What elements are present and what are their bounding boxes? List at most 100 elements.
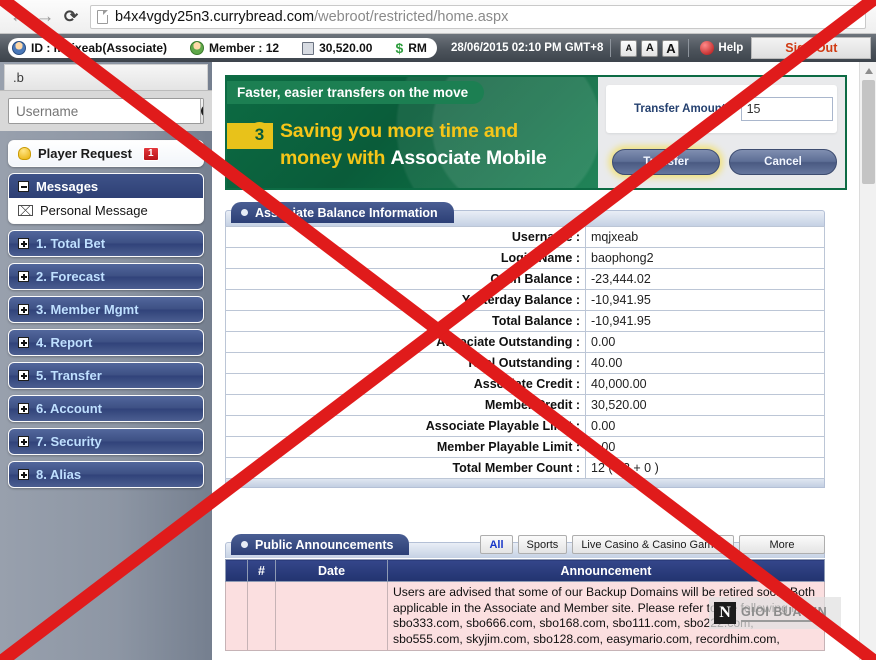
player-request-badge: 1 <box>142 146 159 161</box>
plus-box-icon <box>18 304 29 315</box>
main-content: Faster, easier transfers on the move 3 S… <box>212 62 876 660</box>
font-size-small-button[interactable]: A <box>620 39 638 57</box>
row-value: 0.00 <box>585 331 825 353</box>
reload-icon[interactable]: ⟳ <box>58 4 84 30</box>
row-label: Yesterday Balance : <box>225 289 586 311</box>
sidebar-item-total-bet[interactable]: 1. Total Bet <box>8 230 204 257</box>
transfer-amount-card: Transfer Amount : <box>606 85 837 133</box>
sidebar-item-player-request[interactable]: Player Request 1 <box>8 140 204 167</box>
row-label: Total Balance : <box>225 310 586 332</box>
row-value: 30,520.00 <box>585 394 825 416</box>
table-row: Cash Balance : -23,444.02 <box>225 268 825 290</box>
banner-artwork: Faster, easier transfers on the move 3 S… <box>227 77 598 188</box>
sidebar-item-account[interactable]: 6. Account <box>8 395 204 422</box>
magnifier-icon <box>201 105 203 117</box>
search-row <box>8 98 204 124</box>
brand-box: .b <box>4 64 208 90</box>
scroll-up-button[interactable] <box>860 62 876 79</box>
sidebar-group-messages: Messages Personal Message <box>8 173 204 224</box>
column-header-number: # <box>247 559 276 582</box>
calculator-icon <box>302 41 315 55</box>
balance-panel: Associate Balance Information Username :… <box>225 202 825 488</box>
back-arrow-icon[interactable]: ← <box>6 4 32 30</box>
sidebar-item-label: 5. Transfer <box>36 368 102 383</box>
associate-id-label: ID : mqjxeab(Associate) <box>31 41 168 55</box>
transfer-button[interactable]: Transfer <box>612 149 720 175</box>
column-header-blank <box>225 559 248 582</box>
search-button[interactable] <box>200 99 203 123</box>
banner-line2-prefix: money with <box>280 147 391 169</box>
balance-panel-header: Associate Balance Information <box>225 202 825 226</box>
sidebar-item-label: 8. Alias <box>36 467 82 482</box>
sidebar-item-report[interactable]: 4. Report <box>8 329 204 356</box>
forward-arrow-icon[interactable]: → <box>32 4 58 30</box>
transfer-actions: Transfer Cancel <box>606 149 837 175</box>
table-row: Associate Outstanding :0.00 <box>225 331 825 353</box>
search-input[interactable] <box>9 99 200 123</box>
help-button[interactable]: Help <box>700 41 743 55</box>
row-label: Associate Credit : <box>225 373 586 395</box>
announcement-filter-tabs: All Sports Live Casino & Casino Games Mo… <box>480 535 825 554</box>
plus-box-icon <box>18 469 29 480</box>
member-icon <box>190 41 205 55</box>
help-label: Help <box>718 42 744 54</box>
tab-sports[interactable]: Sports <box>517 535 568 554</box>
table-row: Total Balance : -10,941.95 <box>225 310 825 332</box>
table-row: Total Outstanding :40.00 <box>225 352 825 374</box>
sidebar-item-transfer[interactable]: 5. Transfer <box>8 362 204 389</box>
font-size-medium-button[interactable]: A <box>641 39 659 57</box>
user-icon <box>12 41 26 55</box>
font-size-large-button[interactable]: A <box>662 39 680 57</box>
address-bar[interactable]: b4x4vgdy25n3.currybread.com/webroot/rest… <box>90 4 866 29</box>
scrollbar-thumb[interactable] <box>862 80 875 184</box>
announcements-panel: Public Announcements All Sports Live Cas… <box>225 534 841 651</box>
transfer-amount-input[interactable] <box>740 97 833 121</box>
sidebar-item-forecast[interactable]: 2. Forecast <box>8 263 204 290</box>
table-row: Associate Credit :40,000.00 <box>225 373 825 395</box>
table-row: Username : mqjxeab <box>225 226 825 248</box>
browser-toolbar: ← → ⟳ b4x4vgdy25n3.currybread.com/webroo… <box>0 0 876 34</box>
dollar-icon: $ <box>395 40 404 56</box>
server-time: 28/06/2015 02:10 PM GMT+8 <box>450 42 604 54</box>
sidebar-item-member-mgmt[interactable]: 3. Member Mgmt <box>8 296 204 323</box>
plus-box-icon <box>18 370 29 381</box>
announcements-title-tab: Public Announcements <box>231 534 410 555</box>
table-row: Users are advised that some of our Backu… <box>225 581 825 651</box>
tab-more[interactable]: More <box>739 535 825 554</box>
header-divider-2 <box>688 39 690 57</box>
sidebar-item-alias[interactable]: 8. Alias <box>8 461 204 488</box>
sidebar-item-security[interactable]: 7. Security <box>8 428 204 455</box>
row-value: -23,444.02 <box>585 268 825 290</box>
row-value: 40,000.00 <box>585 373 825 395</box>
cancel-button[interactable]: Cancel <box>729 149 837 175</box>
quick-transfer-widget: Transfer Amount : Transfer Cancel <box>598 77 845 188</box>
sidebar-menu: Player Request 1 Messages Personal Messa… <box>0 131 212 488</box>
sidebar-item-label: 3. Member Mgmt <box>36 302 139 317</box>
table-row: Total Member Count :12 ( 12 + 0 ) <box>225 457 825 479</box>
bell-icon <box>18 147 31 160</box>
promo-banner: Faster, easier transfers on the move 3 S… <box>225 75 847 190</box>
row-label: Total Member Count : <box>225 457 586 479</box>
sidebar-item-label: 4. Report <box>36 335 93 350</box>
sidebar-item-label: 6. Account <box>36 401 102 416</box>
chevron-up-icon <box>864 67 873 74</box>
signout-button[interactable]: Sign Out <box>751 37 872 59</box>
sidebar-search-zone <box>0 90 212 131</box>
row-value: -10,941.95 <box>585 310 825 332</box>
row-value: 40.00 <box>585 352 825 374</box>
row-value: 0.00 <box>585 415 825 437</box>
page-scrollbar[interactable] <box>859 62 876 660</box>
sidebar-item-personal-message[interactable]: Personal Message <box>9 198 203 223</box>
table-row: Associate Playable Limit :0.00 <box>225 415 825 437</box>
row-number-cell <box>247 581 276 651</box>
plus-box-icon <box>18 238 29 249</box>
balance-panel-title-tab: Associate Balance Information <box>231 202 454 223</box>
sidebar-item-messages[interactable]: Messages <box>9 174 203 198</box>
tab-live-casino[interactable]: Live Casino & Casino Games <box>572 535 734 554</box>
header-divider-1 <box>610 39 612 57</box>
tab-all[interactable]: All <box>480 535 513 554</box>
sidebar: .b Player Request 1 Messages <box>0 62 212 660</box>
banner-slide-number: 3 <box>247 122 272 147</box>
row-label: Associate Outstanding : <box>225 331 586 353</box>
row-label: Username : <box>225 226 586 248</box>
